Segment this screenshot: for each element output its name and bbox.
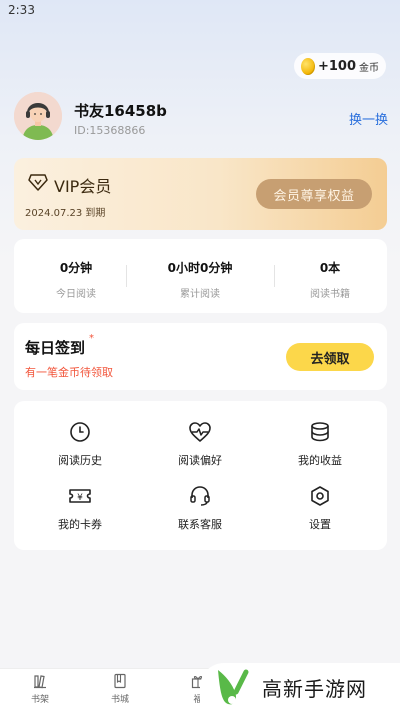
menu-label: 联系客服: [178, 518, 222, 531]
vip-benefits-button[interactable]: 会员尊享权益: [256, 179, 372, 209]
clock-icon: [70, 422, 90, 442]
username: 书友16458b: [74, 102, 167, 120]
vip-diamond-icon: [28, 174, 48, 191]
user-id: ID:15368866: [74, 124, 146, 137]
tab-bookshelf[interactable]: 书架: [10, 673, 70, 705]
coin-amount: +100: [317, 58, 357, 74]
avatar[interactable]: [14, 92, 62, 140]
stat-value: 0本: [319, 261, 341, 275]
bookshelf-icon: [34, 675, 46, 689]
book-icon: [114, 673, 126, 689]
coins-stack-icon: [311, 422, 329, 442]
stat-total: 0小时0分钟 累计阅读: [138, 239, 262, 313]
feature-menu-card: 阅读历史 阅读偏好 我的收益 ¥ 我的卡券 联系客服 设置: [14, 401, 387, 550]
ticket-icon: ¥: [69, 489, 91, 503]
tab-label: 书架: [30, 695, 49, 705]
svg-text:¥: ¥: [77, 493, 83, 503]
heart-pulse-icon: [189, 422, 211, 442]
menu-label: 我的卡券: [58, 518, 102, 531]
menu-label: 设置: [309, 518, 331, 531]
coin-unit: 金币: [359, 62, 380, 74]
sign-in-subtitle: 有一笔金币待领取: [25, 366, 113, 379]
stat-label: 今日阅读: [56, 289, 96, 300]
menu-item-reading-preference[interactable]: 阅读偏好: [138, 421, 262, 485]
status-time: 2:33: [8, 3, 35, 17]
stat-label: 累计阅读: [180, 289, 220, 300]
stat-value: 0小时0分钟: [167, 261, 233, 275]
watermark-text: 高新手游网: [262, 676, 367, 701]
reading-stats-card: 0分钟 今日阅读 0小时0分钟 累计阅读 0本 阅读书籍: [14, 239, 387, 313]
divider: [126, 265, 127, 287]
menu-label: 阅读偏好: [178, 454, 222, 467]
menu-item-reading-history[interactable]: 阅读历史: [18, 421, 142, 485]
sign-in-badge: *: [89, 333, 94, 344]
menu-label: 我的收益: [298, 454, 342, 467]
menu-item-customer-service[interactable]: 联系客服: [138, 485, 262, 549]
tab-label: 书城: [110, 695, 129, 705]
coin-balance-badge[interactable]: +100 金币: [294, 53, 386, 79]
headset-icon: [190, 486, 210, 506]
switch-account-link[interactable]: 换一换: [349, 109, 388, 128]
settings-hexagon-icon: [311, 486, 329, 506]
stat-books: 0本 阅读书籍: [268, 239, 392, 313]
gold-coin-icon: [300, 57, 315, 75]
avatar-illustration-icon: [14, 92, 62, 140]
menu-item-my-coupons[interactable]: ¥ 我的卡券: [18, 485, 142, 549]
vip-expiry: 2024.07.23 到期: [25, 208, 106, 219]
menu-item-settings[interactable]: 设置: [258, 485, 382, 549]
site-watermark: 高新手游网: [200, 663, 400, 711]
menu-item-my-earnings[interactable]: 我的收益: [258, 421, 382, 485]
menu-label: 阅读历史: [58, 454, 102, 467]
tab-bookstore[interactable]: 书城: [90, 673, 150, 705]
claim-button[interactable]: 去领取: [286, 343, 374, 371]
stat-label: 阅读书籍: [310, 289, 350, 300]
watermark-logo-icon: [218, 669, 249, 705]
sign-in-title: 每日签到: [25, 339, 86, 357]
daily-sign-in-card: 每日签到 * 有一笔金币待领取 去领取: [14, 323, 387, 390]
stat-today: 0分钟 今日阅读: [14, 239, 138, 313]
stat-value: 0分钟: [59, 261, 93, 275]
vip-card[interactable]: VIP会员 2024.07.23 到期 会员尊享权益: [14, 158, 387, 230]
vip-title: VIP会员: [54, 177, 112, 196]
